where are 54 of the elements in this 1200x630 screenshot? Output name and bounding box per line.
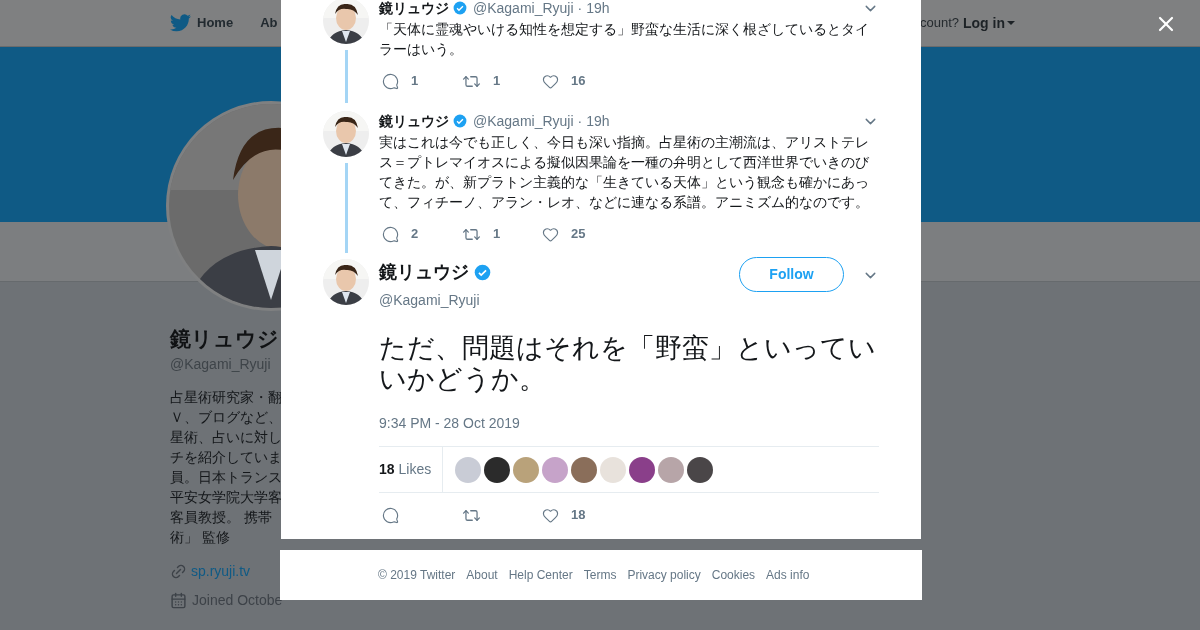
footer-link[interactable]: © 2019 Twitter xyxy=(378,566,456,584)
avatar[interactable] xyxy=(629,456,655,483)
calendar-icon xyxy=(170,592,187,609)
bio-line: チを紹介していま xyxy=(170,448,282,467)
nav-link[interactable]: Ab xyxy=(260,13,278,33)
footer-link[interactable]: About xyxy=(466,566,498,584)
likes-count[interactable]: 18 xyxy=(379,459,395,480)
reply-icon[interactable] xyxy=(382,225,399,243)
avatar[interactable] xyxy=(687,456,713,483)
tweet-time[interactable]: · 19h xyxy=(577,0,610,19)
login-button[interactable]: Log in xyxy=(963,12,1015,34)
like-count: 16 xyxy=(571,72,586,91)
verified-badge-icon xyxy=(474,264,491,281)
tweet-text: ただ、問題はそれを「野蛮」といっていいかどうか。 xyxy=(379,333,877,395)
footer-link[interactable]: Privacy policy xyxy=(627,566,701,584)
tweet-text: 「天体に霊魂やいける知性を想定する」野蛮な生活に深く根ざしているとタイラーはいう。 xyxy=(379,20,870,59)
tweet-time[interactable]: · 19h xyxy=(577,110,610,132)
retweet-count: 1 xyxy=(493,225,501,244)
author-handle[interactable]: @Kagami_Ryuji xyxy=(473,110,574,132)
bio-line: 平安女学院大学客 xyxy=(170,488,282,507)
bio-line: Ｖ、ブログなど、 xyxy=(170,408,282,427)
bio-line: 客員教授。 携帯 xyxy=(170,508,272,527)
like-count: 18 xyxy=(571,506,586,525)
bio-line: 員。日本トランス xyxy=(170,468,282,487)
author-name[interactable]: 鏡リュウジ xyxy=(379,259,469,286)
bio-line: 星術、占いに対し xyxy=(170,428,282,447)
footer-link[interactable]: Cookies xyxy=(711,566,756,584)
footer-link[interactable]: Ads info xyxy=(766,566,810,584)
account-prompt: count? xyxy=(919,14,959,33)
footer-link[interactable]: Help Center xyxy=(508,566,573,584)
author-handle[interactable]: @Kagami_Ryuji xyxy=(473,0,574,19)
tweet-text: 実はこれは今でも正しく、今日も深い指摘。占星術の主潮流は、アリストテレス＝プトレマイオスによる擬似因果論を一種の弁明として西洋世界でいきのびてきた。が、新プラトン主義的な「生きている天体」という観念も確かにあって、フィチーノ、アラン・レオ、などに連なる系譜。アニミズム的なのです。 xyxy=(379,133,870,212)
reply-icon[interactable] xyxy=(382,506,399,524)
author-name[interactable]: 鏡リュウジ xyxy=(379,110,449,132)
avatar[interactable] xyxy=(484,456,510,483)
like-count: 25 xyxy=(571,225,586,244)
likes-label[interactable]: Likes xyxy=(398,459,432,480)
nav-link[interactable]: Home xyxy=(197,13,234,33)
verified-badge-icon xyxy=(453,114,467,128)
bio-line: 術」 監修 xyxy=(170,528,230,547)
retweet-count: 1 xyxy=(493,72,501,91)
profile-name: 鏡リュウジ xyxy=(170,326,279,352)
thread-line xyxy=(344,50,348,103)
author-handle[interactable]: @Kagami_Ryuji xyxy=(379,290,491,311)
footer-link[interactable]: Terms xyxy=(583,566,617,584)
like-icon[interactable] xyxy=(542,225,559,243)
like-icon[interactable] xyxy=(542,506,559,524)
bio-line: 占星術研究家・翻 xyxy=(170,388,282,407)
tweet-date: 9:34 PM - 28 Oct 2019 xyxy=(379,414,521,433)
author-name[interactable]: 鏡リュウジ xyxy=(379,0,449,19)
reply-count: 2 xyxy=(411,225,419,244)
reply-icon[interactable] xyxy=(382,72,399,90)
reply-count: 1 xyxy=(411,72,419,91)
like-icon[interactable] xyxy=(542,72,559,90)
